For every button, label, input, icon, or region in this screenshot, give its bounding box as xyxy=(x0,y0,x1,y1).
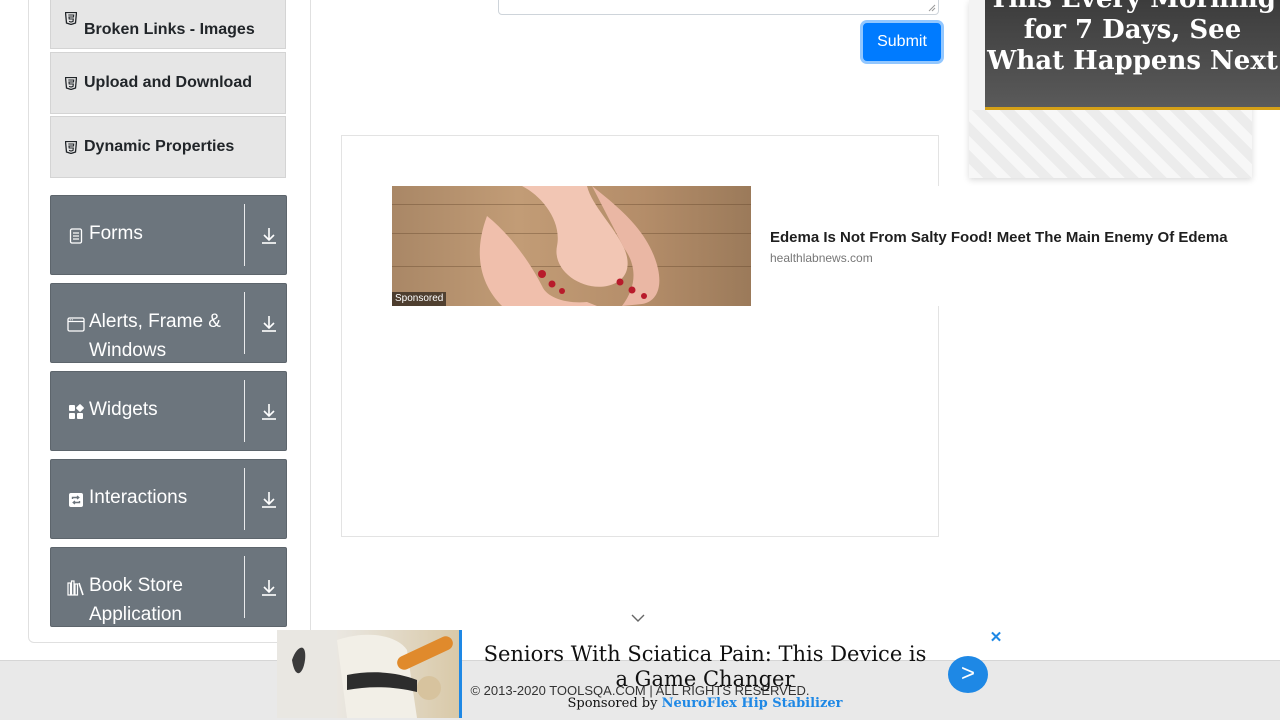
download-arrow-icon[interactable] xyxy=(259,490,279,510)
address-textarea[interactable] xyxy=(498,0,939,15)
right-ad-image[interactable]: This Every Morning for 7 Days, See What … xyxy=(985,0,1280,110)
download-arrow-icon[interactable] xyxy=(259,578,279,598)
widgets-icon xyxy=(67,403,85,421)
sidebar-item-label: Upload and Download xyxy=(84,74,252,91)
sidebar-item-upload-and-download[interactable]: Upload and Download xyxy=(50,52,286,114)
group-label: Interactions xyxy=(89,487,188,508)
sidebar-item-broken-links-images[interactable]: Broken Links - Images xyxy=(50,0,286,49)
group-label: Widgets xyxy=(89,399,158,420)
interactions-icon xyxy=(67,491,85,509)
sponsored-by-label: Sponsored by xyxy=(567,696,658,711)
divider xyxy=(244,292,245,354)
html5-icon xyxy=(65,11,78,25)
bottom-ad-headline[interactable]: Seniors With Sciatica Pain: This Device … xyxy=(475,642,935,692)
ad-domain[interactable]: healthlabnews.com xyxy=(770,251,873,265)
sidebar-item-label: Dynamic Properties xyxy=(84,138,235,155)
bottom-ad-image[interactable] xyxy=(277,630,462,718)
group-label: Book Store Application xyxy=(89,575,183,625)
sidebar-item-label: Broken Links - Images xyxy=(84,21,255,38)
books-icon xyxy=(67,579,85,597)
sponsored-label: Sponsored xyxy=(392,292,447,306)
html5-icon xyxy=(65,76,78,90)
html5-icon xyxy=(65,140,78,154)
sidebar-group-book-store-application[interactable]: Book Store Application xyxy=(50,547,287,627)
divider xyxy=(244,204,245,266)
sidebar-group-interactions[interactable]: Interactions xyxy=(50,459,287,539)
sidebar-group-widgets[interactable]: Widgets xyxy=(50,371,287,451)
ad-image[interactable] xyxy=(392,186,751,306)
window-icon xyxy=(67,315,85,333)
group-label: Forms xyxy=(89,223,143,244)
bottom-ad[interactable]: Seniors With Sciatica Pain: This Device … xyxy=(277,630,1007,720)
product-photo xyxy=(277,630,453,718)
ad-pattern xyxy=(969,110,1252,178)
download-arrow-icon[interactable] xyxy=(259,226,279,246)
close-icon[interactable]: ✕ xyxy=(989,630,1003,646)
sponsor-brand-link[interactable]: NeuroFlex Hip Stabilizer xyxy=(662,696,843,711)
divider xyxy=(244,380,245,442)
right-ad-title: This Every Morning for 7 Days, See What … xyxy=(987,0,1278,76)
sidebar-group-alerts-frame-windows[interactable]: Alerts, Frame & Windows xyxy=(50,283,287,363)
divider xyxy=(244,556,245,618)
document-icon xyxy=(67,227,85,245)
ad-headline[interactable]: Edema Is Not From Salty Food! Meet The M… xyxy=(770,229,1228,246)
download-arrow-icon[interactable] xyxy=(259,314,279,334)
download-arrow-icon[interactable] xyxy=(259,402,279,422)
bottom-ad-sponsor-line: Sponsored by NeuroFlex Hip Stabilizer xyxy=(475,696,935,711)
feet-illustration xyxy=(479,186,660,306)
ad-text-panel[interactable] xyxy=(751,186,1280,306)
sidebar-group-forms[interactable]: Forms xyxy=(50,195,287,275)
resize-grip-icon[interactable] xyxy=(928,4,936,12)
sidebar-item-dynamic-properties[interactable]: Dynamic Properties xyxy=(50,116,286,178)
go-arrow-button[interactable]: > xyxy=(948,656,988,693)
group-label: Alerts, Frame & Windows xyxy=(89,311,221,361)
chevron-down-icon[interactable] xyxy=(630,612,646,624)
divider xyxy=(244,468,245,530)
submit-button[interactable]: Submit xyxy=(863,23,941,61)
